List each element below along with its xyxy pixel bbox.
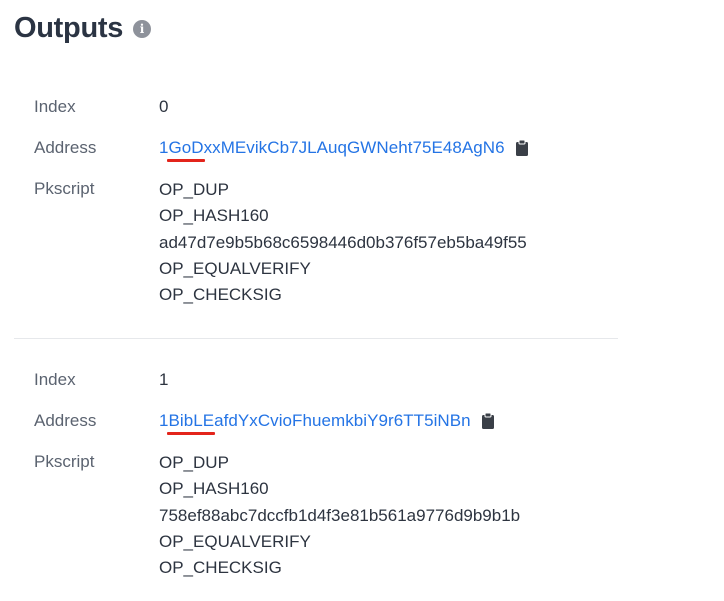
- address-link[interactable]: 1GoDxxMEvikCb7JLAuqGWNeht75E48AgN6: [159, 136, 505, 160]
- pkscript-line: OP_EQUALVERIFY: [159, 258, 311, 278]
- info-circle-icon[interactable]: i: [133, 20, 152, 38]
- outputs-panel: Outputs i Index 0 Address 1GoDxxMEvikCb7…: [0, 0, 724, 601]
- pkscript-label: Pkscript: [34, 452, 95, 471]
- pkscript-lines: OP_DUP OP_HASH160 ad47d7e9b5b68c6598446d…: [159, 177, 527, 308]
- highlight-underline: [167, 432, 215, 435]
- address-row: Address 1BibLEafdYxCvioFhuemkbiY9r6TT5iN…: [34, 409, 624, 450]
- pkscript-lines: OP_DUP OP_HASH160 758ef88abc7dccfb1d4f3e…: [159, 450, 520, 581]
- pkscript-line: OP_EQUALVERIFY: [159, 531, 311, 551]
- pkscript-line: OP_HASH160: [159, 206, 269, 226]
- highlight-underline: [167, 159, 205, 162]
- index-value: 1: [159, 370, 169, 389]
- pkscript-line: OP_CHECKSIG: [159, 558, 282, 578]
- address-container: 1BibLEafdYxCvioFhuemkbiY9r6TT5iNBn: [159, 409, 496, 435]
- output-divider: [14, 338, 618, 339]
- index-label: Index: [34, 370, 76, 389]
- pkscript-label: Pkscript: [34, 179, 95, 198]
- clipboard-icon[interactable]: [480, 412, 496, 430]
- pkscript-line: OP_HASH160: [159, 479, 269, 499]
- output-entry: Index 1 Address 1BibLEafdYxCvioFhuemkbiY…: [34, 368, 624, 581]
- address-label: Address: [34, 138, 97, 157]
- pkscript-line: 758ef88abc7dccfb1d4f3e81b561a9776d9b9b1b: [159, 505, 521, 525]
- pkscript-row: Pkscript OP_DUP OP_HASH160 ad47d7e9b5b68…: [34, 177, 624, 308]
- page-title: Outputs: [14, 12, 124, 44]
- pkscript-line: OP_CHECKSIG: [159, 285, 282, 305]
- address-row: Address 1GoDxxMEvikCb7JLAuqGWNeht75E48Ag…: [34, 136, 624, 177]
- output-entry: Index 0 Address 1GoDxxMEvikCb7JLAuqGWNeh…: [34, 95, 624, 308]
- clipboard-icon[interactable]: [514, 139, 530, 157]
- pkscript-line: ad47d7e9b5b68c6598446d0b376f57eb5ba49f55: [159, 232, 527, 252]
- pkscript-line: OP_DUP: [159, 180, 229, 199]
- address-link[interactable]: 1BibLEafdYxCvioFhuemkbiY9r6TT5iNBn: [159, 409, 471, 433]
- pkscript-row: Pkscript OP_DUP OP_HASH160 758ef88abc7dc…: [34, 450, 624, 581]
- pkscript-line: OP_DUP: [159, 453, 229, 472]
- index-row: Index 0: [34, 95, 624, 136]
- index-value: 0: [159, 97, 169, 116]
- index-label: Index: [34, 97, 76, 116]
- outputs-header: Outputs i: [14, 10, 152, 46]
- index-row: Index 1: [34, 368, 624, 409]
- address-container: 1GoDxxMEvikCb7JLAuqGWNeht75E48AgN6: [159, 136, 530, 162]
- address-label: Address: [34, 411, 97, 430]
